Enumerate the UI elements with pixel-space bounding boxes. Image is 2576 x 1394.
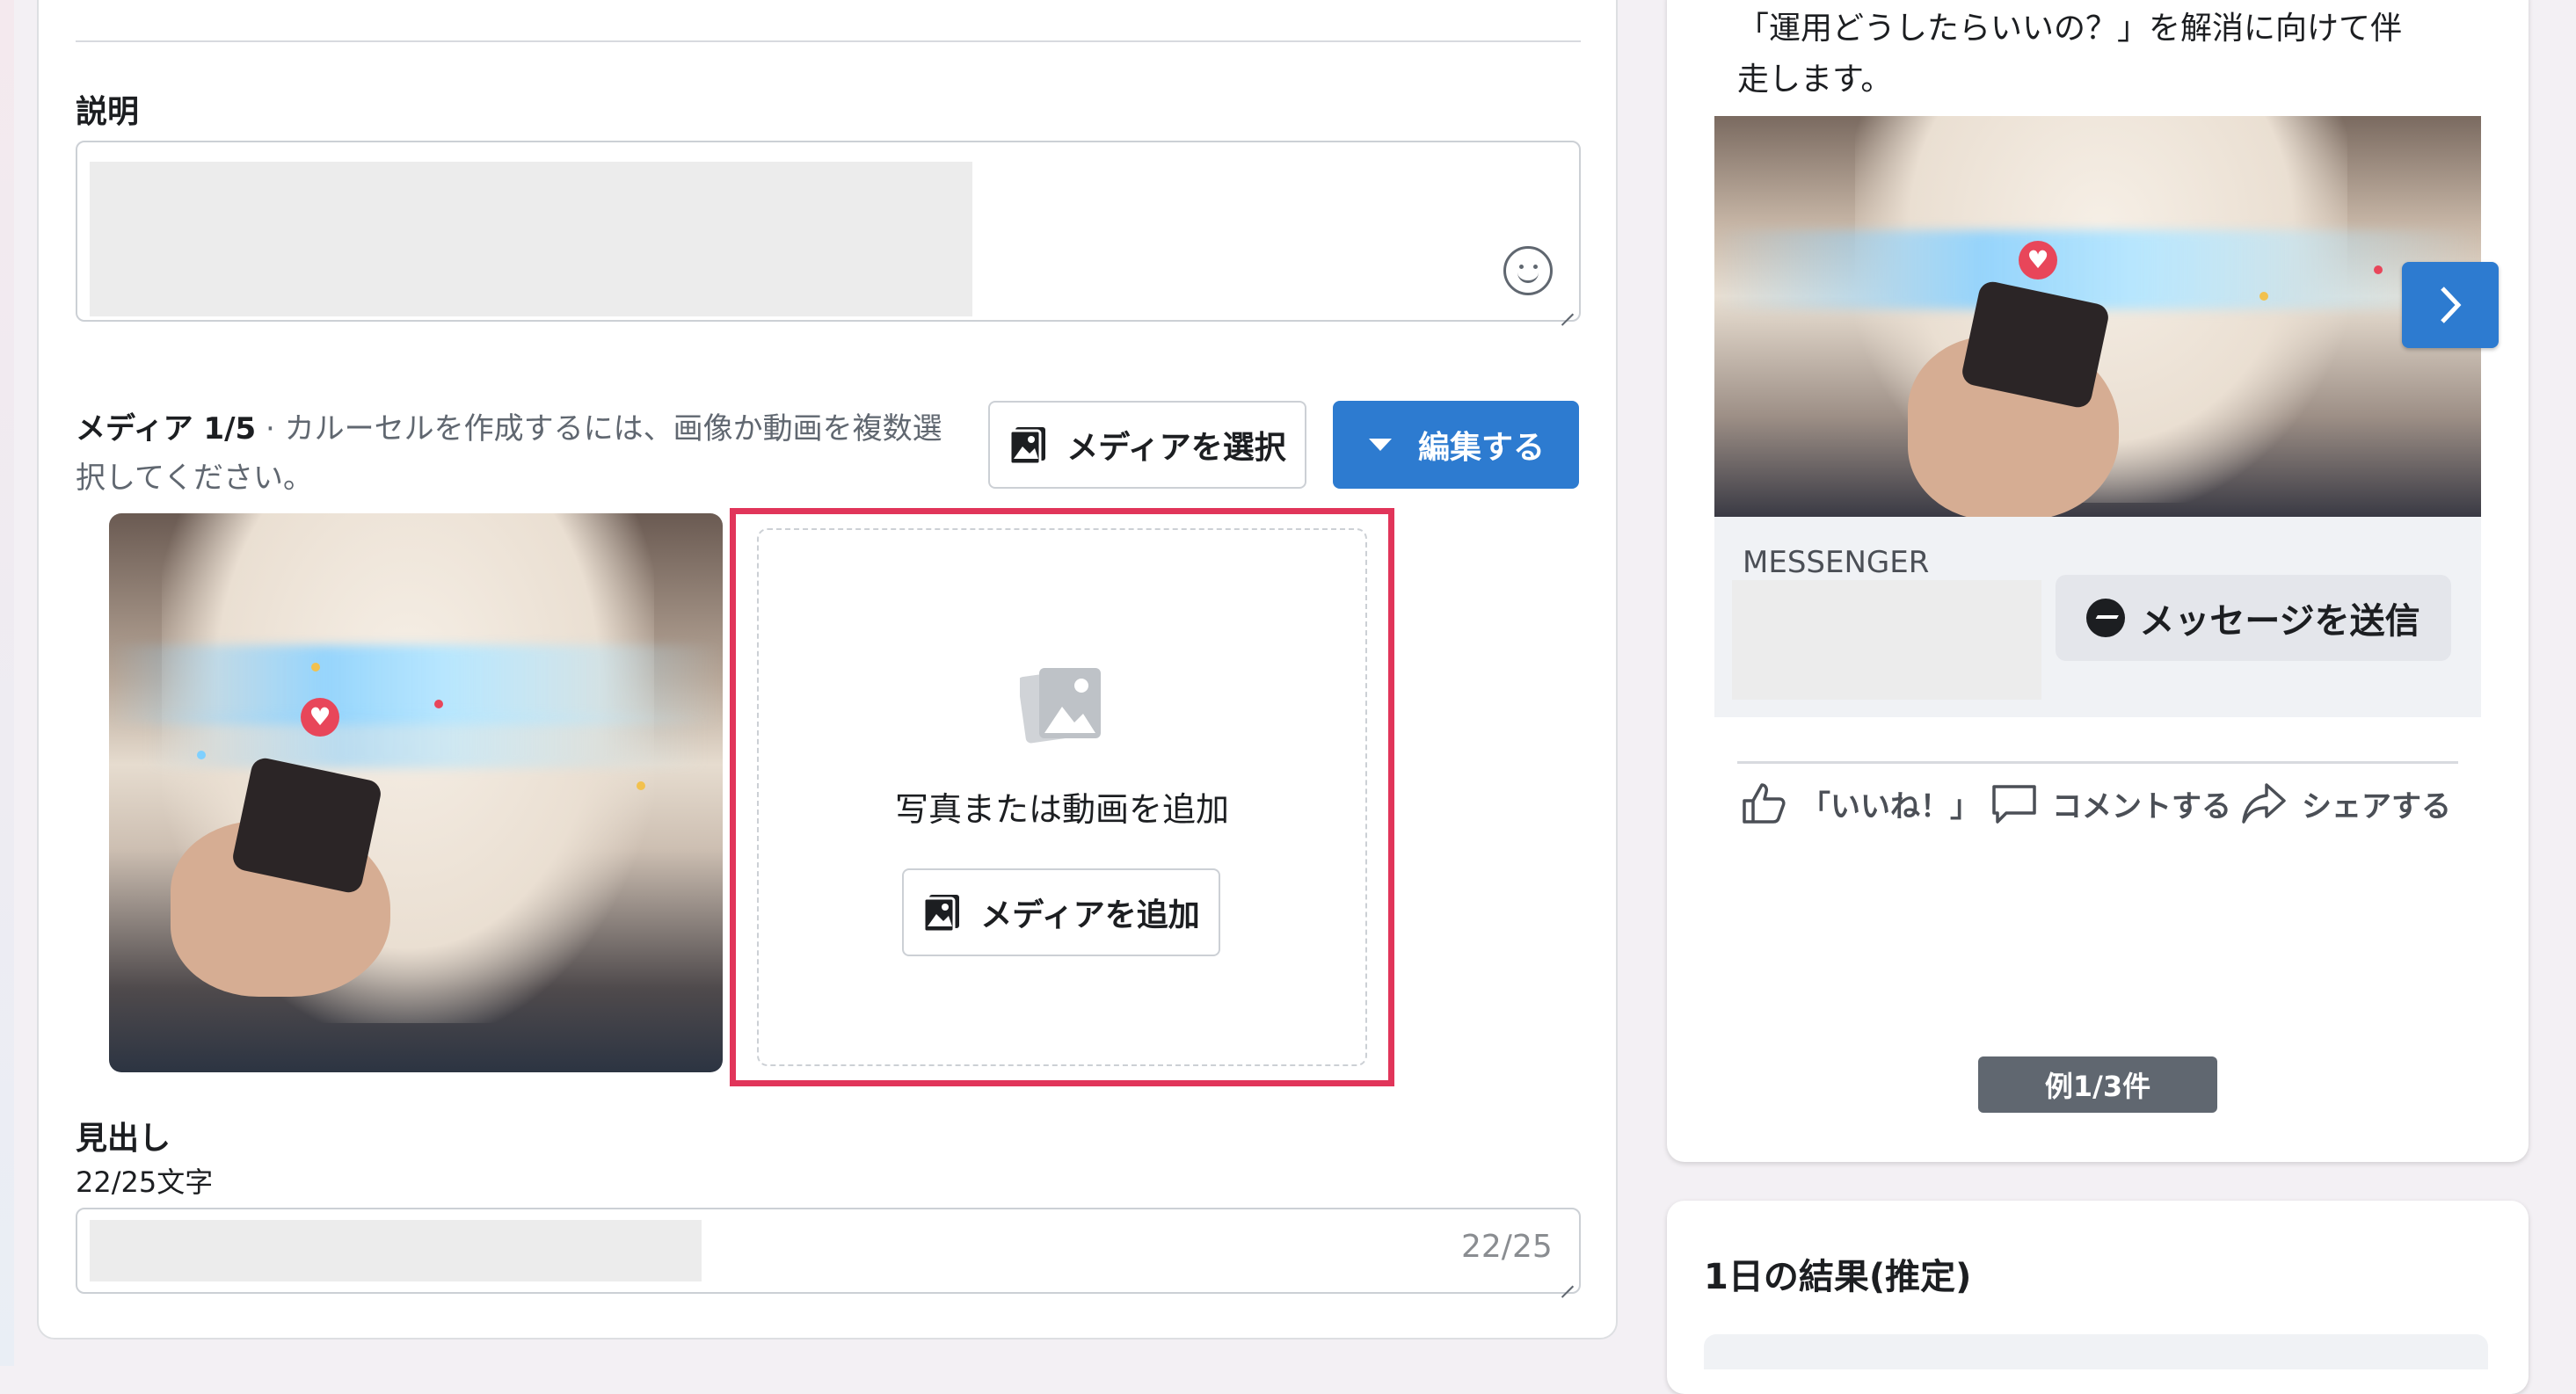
cta-source-label: MESSENGER <box>1743 545 1930 580</box>
select-media-button[interactable]: メディアを選択 <box>988 401 1306 489</box>
comment-icon <box>1992 785 2036 824</box>
photo-icon <box>922 895 960 932</box>
comment-action[interactable]: コメントする <box>1990 779 2231 828</box>
headline-char-count: 22/25文字 <box>76 1165 214 1199</box>
send-message-label: メッセージを送信 <box>2139 601 2420 642</box>
preview-body-text: 「運用どうしたらいいの？」を解消に向けて伴 走します。 <box>1737 4 2493 105</box>
comment-label: コメントする <box>2052 788 2231 824</box>
preview-body-line2: 走します。 <box>1737 62 1893 98</box>
resize-handle[interactable] <box>1560 1273 1574 1287</box>
headline-counter: 22/25 <box>1461 1229 1553 1265</box>
edit-label: 編集する <box>1417 430 1545 466</box>
page-edge <box>0 0 14 1366</box>
preview-pager: 例1/3件 <box>1978 1056 2217 1113</box>
edit-dropdown-button[interactable]: 編集する <box>1333 401 1579 489</box>
emoji-icon[interactable] <box>1503 246 1553 295</box>
like-action[interactable]: 「いいね！」 <box>1741 779 1980 828</box>
share-icon <box>2242 783 2286 824</box>
description-textarea[interactable] <box>76 141 1581 322</box>
results-content-edge <box>1704 1334 2488 1369</box>
messenger-icon <box>2086 599 2126 637</box>
send-message-button[interactable]: メッセージを送信 <box>2056 575 2451 661</box>
share-action[interactable]: シェアする <box>2240 779 2451 828</box>
chevron-right-icon <box>2441 287 2462 323</box>
redacted-text <box>1732 580 2041 700</box>
add-media-prompt: 写真または動画を追加 <box>894 790 1229 829</box>
caret-down-icon <box>1368 439 1392 451</box>
redacted-text <box>90 162 972 316</box>
redacted-text <box>90 1220 702 1281</box>
add-media-label: メディアを追加 <box>980 897 1200 933</box>
carousel-next-button[interactable] <box>2402 262 2499 348</box>
section-divider <box>76 40 1581 42</box>
like-label: 「いいね！」 <box>1801 788 1980 824</box>
actions-divider <box>1737 761 2458 764</box>
media-thumbnail[interactable]: ♥ <box>109 513 723 1072</box>
media-description: メディア 1/5 · カルーセルを作成するには、画像か動画を複数選択してください… <box>76 404 964 503</box>
results-title: 1日の結果(推定) <box>1704 1257 1972 1297</box>
description-label: 説明 <box>76 94 140 130</box>
resize-handle[interactable] <box>1560 301 1574 315</box>
thumbs-up-icon <box>1743 783 1786 824</box>
add-media-button[interactable]: メディアを追加 <box>902 868 1220 956</box>
preview-body-line1: 「運用どうしたらいいの？」を解消に向けて伴 <box>1737 11 2403 47</box>
headline-label: 見出し <box>76 1121 171 1157</box>
photo-icon <box>1008 427 1046 464</box>
share-label: シェアする <box>2302 788 2451 824</box>
media-count-label: メディア 1/5 <box>76 411 257 447</box>
media-placeholder-icon <box>1020 668 1101 744</box>
headline-input[interactable]: 22/25 <box>76 1208 1581 1294</box>
select-media-label: メディアを選択 <box>1066 430 1286 466</box>
preview-carousel-image: ♥ <box>1714 116 2481 517</box>
